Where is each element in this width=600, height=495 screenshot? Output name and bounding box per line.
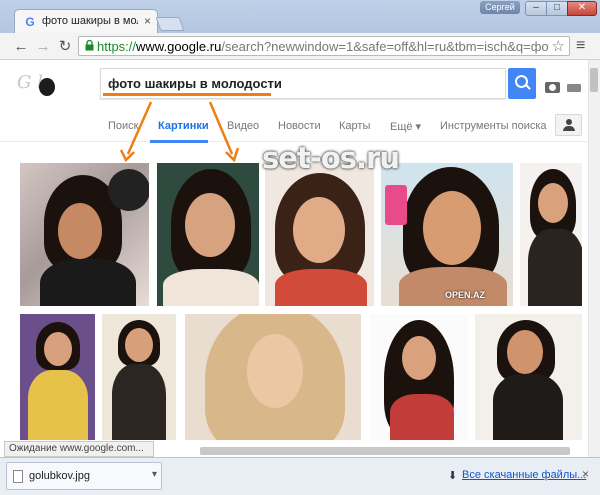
- new-tab-button[interactable]: [155, 17, 185, 31]
- camera-icon[interactable]: [545, 82, 560, 93]
- bookmark-star-icon[interactable]: ☆: [552, 37, 565, 55]
- tab-title: фото шакиры в молодост: [42, 15, 138, 27]
- search-input[interactable]: [108, 76, 408, 91]
- close-window-button[interactable]: ✕: [567, 1, 597, 16]
- image-result-4[interactable]: OPEN.AZ: [381, 163, 513, 306]
- image-result-10[interactable]: [475, 314, 582, 440]
- close-shelf-icon[interactable]: ×: [582, 467, 589, 481]
- download-shelf: golubkov.jpg ▾ ⬇ Все скачанные файлы... …: [0, 457, 600, 495]
- title-bar: G фото шакиры в молодост × Сергей – □ ✕: [0, 0, 600, 34]
- address-bar[interactable]: https://www.google.ru/search?newwindow=1…: [78, 36, 570, 56]
- tab-search[interactable]: Поиск: [108, 120, 138, 132]
- horizontal-scrollbar[interactable]: [200, 447, 570, 455]
- tab-more[interactable]: Ещё ▾: [390, 120, 421, 133]
- chevron-down-icon[interactable]: ▾: [152, 469, 157, 480]
- image-result-2[interactable]: [157, 163, 259, 306]
- search-button[interactable]: [508, 68, 536, 99]
- url-scheme: https://: [97, 39, 137, 54]
- image-result-9[interactable]: [370, 314, 468, 440]
- profile-name[interactable]: Сергей: [480, 1, 520, 14]
- show-all-downloads-link[interactable]: Все скачанные файлы...: [462, 469, 586, 481]
- google-doodle-logo[interactable]: G le: [17, 72, 73, 98]
- image-result-6[interactable]: [20, 314, 95, 440]
- url-path: /search?newwindow=1&safe=off&hl=ru&tbm=i…: [221, 39, 549, 54]
- doodle-face-icon: [39, 78, 55, 96]
- browser-window: G фото шакиры в молодост × Сергей – □ ✕ …: [0, 0, 600, 495]
- keyboard-icon[interactable]: [567, 84, 581, 92]
- chrome-menu-icon[interactable]: ≡: [576, 38, 585, 54]
- scroll-thumb[interactable]: [590, 68, 598, 92]
- lock-icon: [85, 40, 94, 51]
- image-result-5[interactable]: [520, 163, 582, 306]
- reload-icon[interactable]: ↻: [56, 38, 74, 56]
- image-result-7[interactable]: [102, 314, 176, 440]
- tab-search-tools[interactable]: Инструменты поиска: [440, 120, 547, 132]
- tab-images[interactable]: Картинки: [158, 120, 209, 132]
- maximize-button[interactable]: □: [546, 1, 568, 16]
- forward-arrow-icon[interactable]: →: [34, 38, 52, 56]
- account-icon[interactable]: [555, 114, 582, 136]
- download-icon: ⬇: [448, 470, 458, 482]
- tab-video[interactable]: Видео: [227, 120, 259, 132]
- tab-close-icon[interactable]: ×: [144, 14, 151, 28]
- image-caption: OPEN.AZ: [444, 290, 485, 300]
- google-images-page: G le Поиск Картинки Видео Новости Карты …: [0, 60, 600, 457]
- image-result-8[interactable]: [185, 314, 361, 440]
- url-host: www.google.ru: [136, 39, 222, 54]
- google-favicon-icon: G: [25, 15, 35, 29]
- browser-tab[interactable]: G фото шакиры в молодост ×: [14, 9, 158, 34]
- back-arrow-icon[interactable]: ←: [12, 38, 30, 56]
- browser-toolbar: ← → ↻ https://www.google.ru/search?newwi…: [0, 33, 600, 60]
- active-tab-indicator: [150, 140, 208, 143]
- file-icon: [13, 470, 23, 483]
- vertical-scrollbar[interactable]: [588, 60, 600, 457]
- download-item[interactable]: golubkov.jpg ▾: [6, 462, 162, 490]
- image-result-1[interactable]: [20, 163, 149, 306]
- download-file-name: golubkov.jpg: [29, 470, 90, 482]
- image-result-3[interactable]: [265, 163, 374, 306]
- minimize-button[interactable]: –: [525, 1, 547, 16]
- url-text[interactable]: https://www.google.ru/search?newwindow=1…: [97, 39, 549, 54]
- watermark-text: set-os.ru: [262, 141, 400, 175]
- tab-news[interactable]: Новости: [278, 120, 321, 132]
- status-bar-text: Ожидание www.google.com...: [4, 441, 154, 457]
- tab-maps[interactable]: Карты: [339, 120, 370, 132]
- query-highlight-annotation: [103, 93, 271, 96]
- search-tabs: Поиск Картинки Видео Новости Карты Ещё ▾…: [0, 104, 588, 143]
